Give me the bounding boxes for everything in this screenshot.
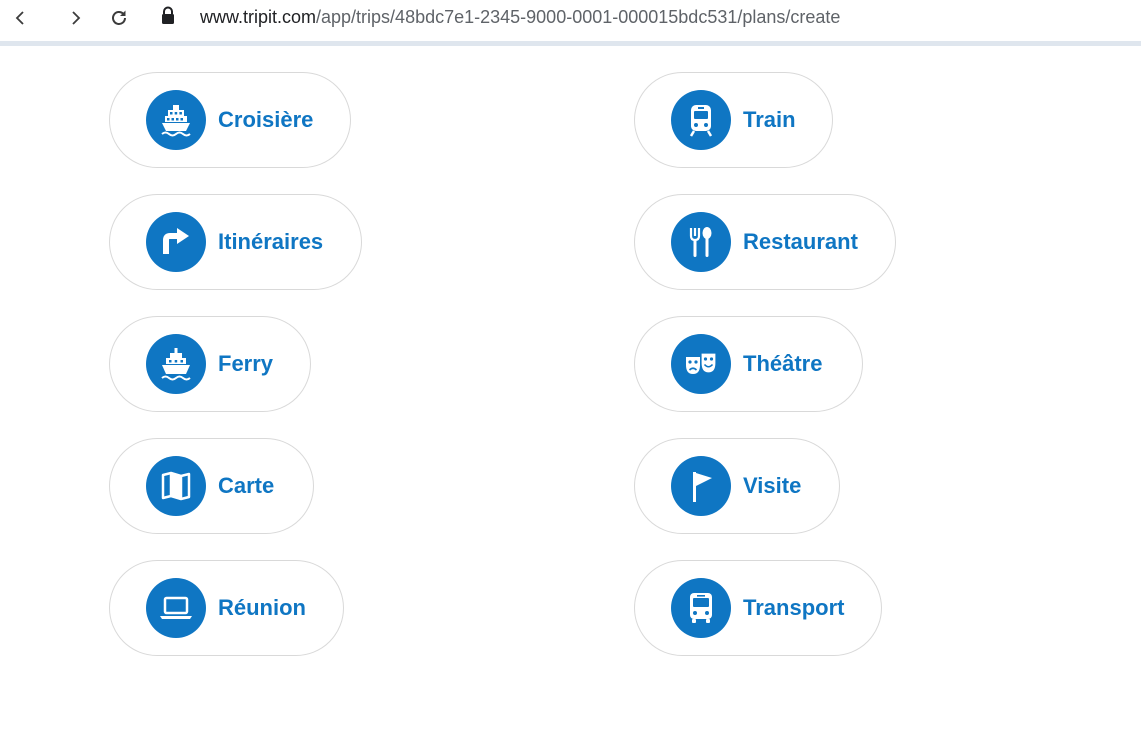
browser-toolbar: www.tripit.com/app/trips/48bdc7e1-2345-9…	[0, 0, 1141, 46]
plan-option-ferry[interactable]: Ferry	[109, 316, 311, 412]
plan-option-label: Visite	[743, 473, 802, 498]
plan-option-train[interactable]: Train	[634, 72, 833, 168]
theater-masks-icon	[671, 334, 731, 394]
url-path: /app/trips/48bdc7e1-2345-9000-0001-00001…	[316, 7, 841, 27]
url-host: www.tripit.com	[200, 7, 317, 27]
reload-button[interactable]	[105, 5, 133, 31]
plan-option-visite[interactable]: Visite	[634, 438, 840, 534]
ferry-icon	[146, 334, 206, 394]
plan-option-label: Train	[743, 107, 796, 132]
map-icon	[146, 456, 206, 516]
flag-icon	[671, 456, 731, 516]
plan-option-carte[interactable]: Carte	[109, 438, 314, 534]
fork-spoon-icon	[671, 212, 731, 272]
plan-option-label: Restaurant	[743, 229, 858, 254]
forward-button[interactable]	[62, 5, 90, 31]
cruise-ship-icon	[146, 90, 206, 150]
plan-option-label: Théâtre	[743, 351, 823, 376]
plan-option-transport[interactable]: Transport	[634, 560, 882, 656]
plan-option-label: Croisière	[218, 107, 314, 132]
back-button[interactable]	[6, 5, 34, 31]
plan-option-label: Transport	[743, 595, 845, 620]
address-bar[interactable]: www.tripit.com/app/trips/48bdc7e1-2345-9…	[200, 7, 840, 28]
train-icon	[671, 90, 731, 150]
laptop-icon	[146, 578, 206, 638]
plan-option-theatre[interactable]: Théâtre	[634, 316, 863, 412]
plan-option-croisiere[interactable]: Croisière	[109, 72, 351, 168]
reload-icon	[112, 10, 126, 25]
plan-option-label: Carte	[218, 473, 275, 498]
plan-option-itineraires[interactable]: Itinéraires	[109, 194, 362, 290]
chevron-right-icon	[72, 11, 81, 25]
bus-icon	[671, 578, 731, 638]
plan-option-label: Réunion	[218, 595, 306, 620]
plan-option-restaurant[interactable]: Restaurant	[634, 194, 896, 290]
lock-icon	[162, 6, 174, 24]
chevron-left-icon	[15, 11, 24, 25]
plan-option-label: Itinéraires	[218, 229, 324, 254]
plan-option-label: Ferry	[218, 351, 274, 376]
directions-arrow-icon	[146, 212, 206, 272]
plan-option-reunion[interactable]: Réunion	[109, 560, 344, 656]
